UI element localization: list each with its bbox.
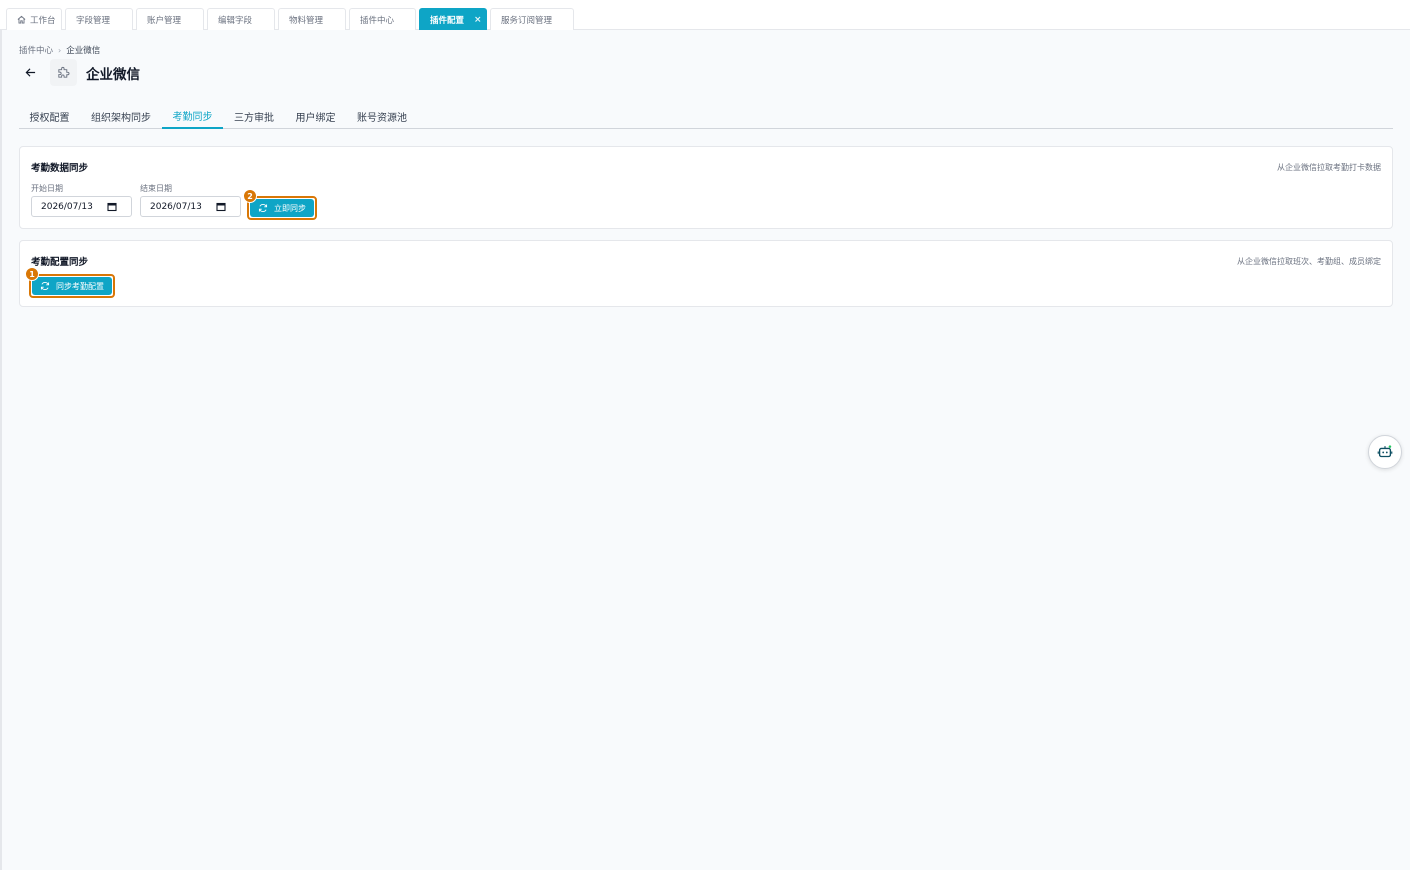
tab-workbench[interactable]: 工作台 [6,8,62,30]
subtab-org-sync[interactable]: 组织架构同步 [81,104,161,128]
tab-plugin-center[interactable]: 插件中心 [349,8,416,30]
tab-label: 工作台 [30,15,56,26]
subtab-third-party-approval[interactable]: 三方审批 [224,104,284,128]
start-date-label: 开始日期 [31,184,63,193]
tab-plugin-config[interactable]: 插件配置 × [419,8,487,30]
calendar-icon[interactable] [216,202,226,212]
tab-label: 编辑字段 [218,15,253,26]
top-tab-bar: 工作台 字段管理 账户管理 编辑字段 物料管理 插件中心 插件配置 × 服务订阅… [0,0,1410,30]
tab-label: 账户管理 [147,15,182,26]
end-date-value: 2026/07/13 [150,201,202,212]
back-button[interactable] [22,64,38,80]
tab-material-management[interactable]: 物料管理 [278,8,346,30]
home-icon [17,15,26,24]
tab-edit-field[interactable]: 编辑字段 [207,8,275,30]
end-date-input[interactable]: 2026/07/13 [140,196,241,217]
page-title: 企业微信 [86,67,140,83]
sync-config-label: 同步考勤配置 [56,281,104,291]
start-date-input[interactable]: 2026/07/13 [31,196,132,217]
card-description: 从企业微信拉取考勤打卡数据 [1277,163,1381,172]
subtab-account-pool[interactable]: 账号资源池 [347,104,417,128]
assistant-button[interactable] [1368,435,1402,469]
robot-icon [1377,445,1393,458]
breadcrumb: 插件中心 › 企业微信 [19,44,101,57]
attendance-config-sync-card: 考勤配置同步 从企业微信拉取班次、考勤组、成员绑定 同步考勤配置 1 [19,240,1393,307]
tab-account-management[interactable]: 账户管理 [136,8,204,30]
tab-label: 插件配置 [430,15,465,26]
refresh-icon [258,203,268,213]
start-date-value: 2026/07/13 [41,201,93,212]
arrow-left-icon [25,67,35,77]
tab-service-subscription[interactable]: 服务订阅管理 [490,8,574,30]
end-date-label: 结束日期 [140,184,172,193]
calendar-icon[interactable] [107,202,117,212]
sync-now-label: 立即同步 [274,203,306,213]
attendance-data-sync-card: 考勤数据同步 从企业微信拉取考勤打卡数据 开始日期 2026/07/13 结束日… [19,146,1393,229]
sync-now-button[interactable]: 立即同步 [250,199,314,217]
puzzle-icon [58,66,70,78]
subtab-user-binding[interactable]: 用户绑定 [285,104,346,128]
tab-label: 插件中心 [360,15,395,26]
step-marker-1: 1 [25,267,39,281]
card-title: 考勤配置同步 [31,257,89,268]
subtab-auth-config[interactable]: 授权配置 [19,104,80,128]
sync-attendance-config-button[interactable]: 同步考勤配置 [32,277,112,295]
window-left-border [0,0,2,870]
tab-label: 物料管理 [289,15,324,26]
close-icon[interactable]: × [474,15,482,25]
step-marker-2: 2 [243,189,257,203]
card-title: 考勤数据同步 [31,163,89,174]
card-description: 从企业微信拉取班次、考勤组、成员绑定 [1237,257,1381,266]
subtab-attendance-sync[interactable]: 考勤同步 [162,104,223,129]
tab-label: 服务订阅管理 [501,15,553,26]
breadcrumb-current: 企业微信 [66,46,101,56]
tab-label: 字段管理 [76,15,111,26]
breadcrumb-parent[interactable]: 插件中心 [19,44,53,56]
plugin-logo [50,59,77,86]
refresh-icon [40,281,50,291]
tab-field-management[interactable]: 字段管理 [65,8,133,30]
sub-tab-bar: 授权配置 组织架构同步 考勤同步 三方审批 用户绑定 账号资源池 [19,104,1393,129]
chevron-right-icon: › [58,45,62,55]
